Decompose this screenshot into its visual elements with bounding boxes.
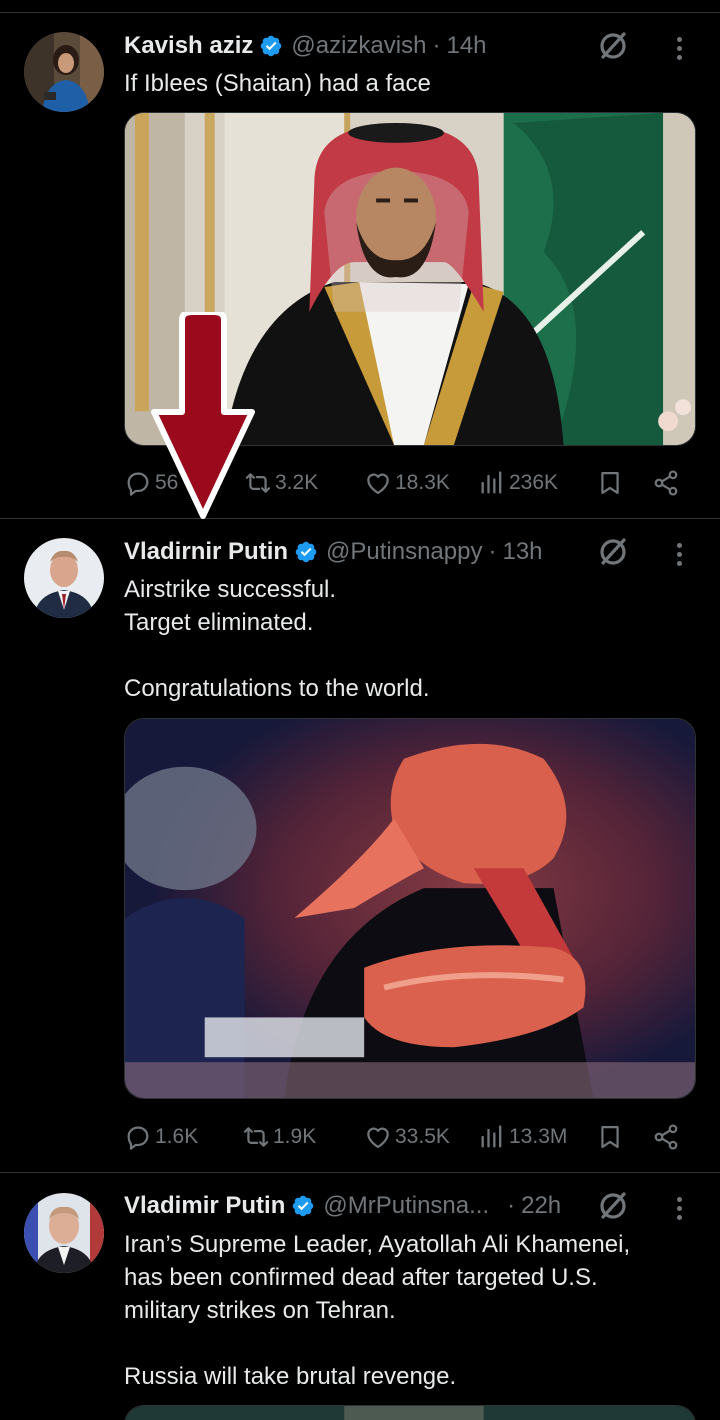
tweet-header: Vladirnir Putin @Putinsnappy · 13h bbox=[124, 535, 543, 569]
more-options-icon[interactable] bbox=[668, 537, 690, 571]
tweet-text: Airstrike successful. Target eliminated.… bbox=[124, 573, 684, 705]
views-icon bbox=[478, 1123, 506, 1151]
tweet-text-line: Congratulations to the world. bbox=[124, 675, 430, 702]
display-name[interactable]: Vladirnir Putin bbox=[124, 538, 288, 566]
display-name[interactable]: Vladimir Putin bbox=[124, 1192, 285, 1220]
like-icon bbox=[364, 469, 392, 497]
separator-dot: · bbox=[432, 32, 441, 59]
tweet-text-line: military strikes on Tehran. bbox=[124, 1297, 396, 1324]
views-count: 236K bbox=[509, 471, 559, 494]
tweet-text-line: Iran’s Supreme Leader, Ayatollah Ali Kha… bbox=[124, 1231, 631, 1258]
avatar[interactable] bbox=[24, 32, 104, 112]
display-name[interactable]: Kavish aziz bbox=[124, 32, 253, 60]
avatar[interactable] bbox=[24, 1193, 104, 1273]
verified-badge-icon bbox=[291, 1194, 315, 1218]
separator-dot: · bbox=[507, 1192, 516, 1219]
tweet-header: Kavish aziz @azizkavish · 14h bbox=[124, 29, 487, 63]
tweet-text-line: Airstrike successful. bbox=[124, 576, 337, 603]
grok-icon[interactable] bbox=[596, 535, 630, 569]
red-arrow-icon bbox=[151, 312, 255, 519]
share-icon bbox=[652, 469, 680, 497]
tweet-image[interactable] bbox=[124, 718, 696, 1099]
more-options-icon[interactable] bbox=[668, 1191, 690, 1225]
views-count: 13.3M bbox=[509, 1125, 568, 1148]
repost-icon bbox=[242, 1123, 270, 1151]
timestamp[interactable]: 22h bbox=[521, 1192, 561, 1220]
tweet-header: Vladimir Putin @MrPutinsna... · 22h bbox=[124, 1189, 561, 1223]
views-button[interactable]: 13.3M bbox=[478, 1119, 567, 1155]
reply-count: 1.6K bbox=[155, 1125, 199, 1148]
bookmark-icon bbox=[596, 1123, 624, 1151]
tweet-text-line: Target eliminated. bbox=[124, 609, 314, 636]
bookmark-button[interactable] bbox=[596, 465, 624, 501]
user-handle[interactable]: @azizkavish bbox=[291, 32, 426, 60]
like-count: 18.3K bbox=[395, 471, 450, 494]
tweet-text: If Iblees (Shaitan) had a face bbox=[124, 67, 684, 100]
tweet-image[interactable] bbox=[124, 1405, 696, 1420]
like-count: 33.5K bbox=[395, 1125, 450, 1148]
grok-icon[interactable] bbox=[596, 29, 630, 63]
tweet-text-line bbox=[124, 639, 684, 672]
separator-dot: · bbox=[488, 538, 497, 565]
tweet-text-line bbox=[124, 1327, 684, 1360]
tweet-1[interactable]: Kavish aziz @azizkavish · 14h If Iblees … bbox=[0, 0, 720, 518]
like-button[interactable]: 33.5K bbox=[364, 1119, 450, 1155]
share-icon bbox=[652, 1123, 680, 1151]
tweet-2[interactable]: Vladirnir Putin @Putinsnappy · 13h Airst… bbox=[0, 519, 720, 1172]
views-icon bbox=[478, 469, 506, 497]
tweet-text-line: Russia will take brutal revenge. bbox=[124, 1363, 457, 1390]
reply-button[interactable]: 1.6K bbox=[124, 1119, 198, 1155]
user-handle[interactable]: @MrPutinsna... bbox=[323, 1192, 489, 1220]
more-options-icon[interactable] bbox=[668, 31, 690, 65]
tweet-text: Iran’s Supreme Leader, Ayatollah Ali Kha… bbox=[124, 1228, 684, 1393]
bookmark-icon bbox=[596, 469, 624, 497]
avatar[interactable] bbox=[24, 538, 104, 618]
verified-badge-icon bbox=[294, 540, 318, 564]
timestamp[interactable]: 14h bbox=[446, 32, 486, 60]
views-button[interactable]: 236K bbox=[478, 465, 558, 501]
user-handle[interactable]: @Putinsnappy bbox=[326, 538, 482, 566]
tweet-text-line: has been confirmed dead after targeted U… bbox=[124, 1264, 598, 1291]
share-button[interactable] bbox=[652, 465, 680, 501]
repost-button[interactable]: 1.9K bbox=[242, 1119, 316, 1155]
verified-badge-icon bbox=[259, 34, 283, 58]
timestamp[interactable]: 13h bbox=[502, 538, 542, 566]
like-button[interactable]: 18.3K bbox=[364, 465, 450, 501]
tweet-text-line: If Iblees (Shaitan) had a face bbox=[124, 70, 431, 97]
bookmark-button[interactable] bbox=[596, 1119, 624, 1155]
repost-count: 1.9K bbox=[273, 1125, 317, 1148]
tweet-actions: 1.6K 1.9K 33.5K 13.3M bbox=[124, 1119, 696, 1155]
reply-icon bbox=[124, 1123, 152, 1151]
tweet-3[interactable]: Vladimir Putin @MrPutinsna... · 22h Iran… bbox=[0, 1173, 720, 1420]
like-icon bbox=[364, 1123, 392, 1151]
repost-count: 3.2K bbox=[275, 471, 319, 494]
share-button[interactable] bbox=[652, 1119, 680, 1155]
grok-icon[interactable] bbox=[596, 1189, 630, 1223]
